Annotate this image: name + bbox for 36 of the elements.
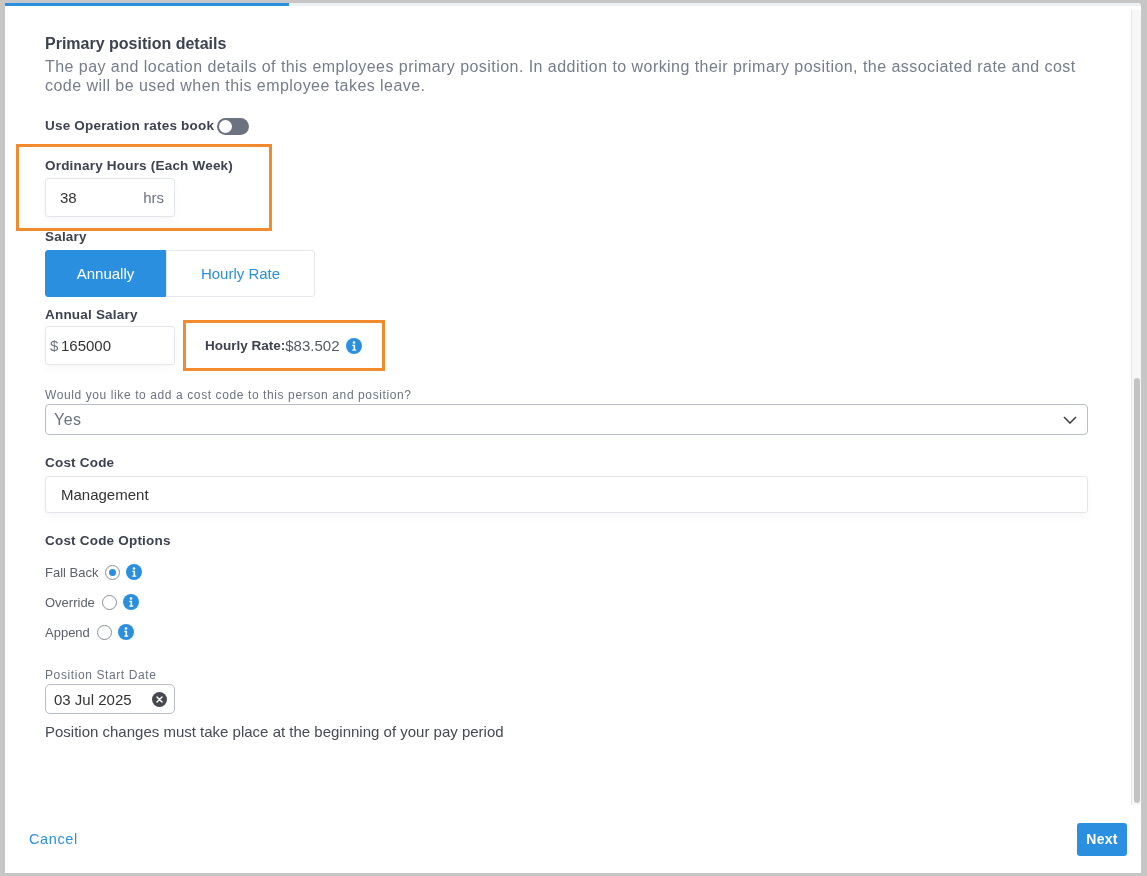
cost-code-select[interactable]: Yes <box>45 404 1088 435</box>
field-label: Salary <box>45 229 88 245</box>
date-input[interactable]: 03 Jul 2025 <box>45 684 175 714</box>
radio-button[interactable] <box>96 624 112 640</box>
field-label: Ordinary Hours (Each Week) <box>45 158 234 174</box>
rate-label: Hourly Rate: <box>205 338 286 353</box>
rate-value: $83.502 <box>285 337 340 354</box>
field-label: Annual Salary <box>45 307 139 323</box>
radio-label: Append <box>45 624 90 640</box>
clear-icon[interactable] <box>152 691 167 707</box>
field-label: Cost Code Options <box>45 533 172 549</box>
next-button[interactable]: Next <box>1077 822 1127 856</box>
field-label: Cost Code <box>45 455 116 471</box>
info-icon[interactable] <box>126 564 143 580</box>
unit-suffix: hrs <box>143 189 164 206</box>
info-icon[interactable] <box>345 337 362 354</box>
radio-button[interactable] <box>101 594 117 610</box>
cost-code-input[interactable]: Management <box>45 476 1088 513</box>
section-description: The pay and location details of this employees primary position. In addition to working their primary position, the associated rate and cost code will be used when this employee takes leave. <box>45 57 1077 95</box>
info-icon[interactable] <box>122 594 139 610</box>
toggle-label: Use Operation rates book <box>45 118 215 134</box>
field-label: Would you like to add a cost code to this person and position? <box>45 388 413 402</box>
radio-button[interactable] <box>105 564 121 580</box>
chevron-down-icon <box>1063 415 1077 424</box>
toggle-switch[interactable] <box>217 117 250 135</box>
scrollbar[interactable] <box>1131 10 1141 805</box>
radio-label: Override <box>45 594 95 610</box>
info-icon[interactable] <box>117 624 134 640</box>
note-text: Position changes must take place at the beginning of your pay period <box>45 722 505 742</box>
segment-button[interactable]: Annually <box>45 250 166 297</box>
segment-button[interactable]: Hourly Rate <box>166 250 315 297</box>
radio-label: Fall Back <box>45 564 99 580</box>
section-title: Primary position details <box>45 34 228 54</box>
field-label: Position Start Date <box>45 668 158 682</box>
currency-prefix: $ <box>50 337 59 354</box>
cancel-link[interactable]: Cancel <box>29 831 78 847</box>
